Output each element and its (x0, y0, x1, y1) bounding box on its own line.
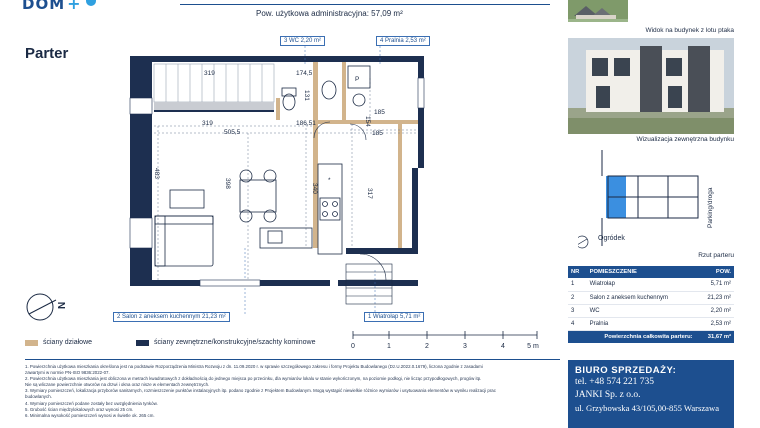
rooms-header-row: NR POMIESZCZENIE POW. (568, 266, 734, 278)
logo-text: DOM (22, 0, 66, 13)
room-name: Salon z aneksem kuchennym (586, 291, 696, 305)
dim-186-51: 186,51 (296, 120, 316, 127)
legend-outer-label: ściany zewnętrzne/konstrukcyjne/szachty … (154, 339, 316, 346)
label-wc: 3 WC 2,20 m² (280, 36, 326, 46)
total-row: Powierzchnia całkowita parteru: 31,67 m² (568, 330, 734, 343)
building-render (568, 38, 734, 134)
floor-plan: * 319 174,5 131 185 154 319 186,51 505,5… (129, 46, 425, 314)
room-name: Pralnia (586, 317, 696, 331)
legend-partition: ściany działowe (25, 339, 92, 346)
table-row: 2 Salon z aneksem kuchennym 21,23 m² (568, 291, 734, 305)
logo-plus-icon: + (67, 0, 82, 13)
dim-174-5: 174,5 (296, 70, 313, 77)
col-area: POW. (695, 266, 734, 278)
compass-icon: N (26, 293, 68, 321)
notes: 1. Powierzchnia użytkowa mieszkania okre… (25, 364, 560, 419)
scale-tick-1: 1 (387, 343, 391, 350)
parking-letter: P (355, 76, 359, 83)
notes-divider (25, 359, 560, 360)
sales-office-box: BIURO SPRZEDAŻY: tel. +48 574 221 735 JA… (568, 360, 734, 428)
legend-outer: ściany zewnętrzne/konstrukcyjne/szachty … (136, 339, 315, 346)
col-nr: NR (568, 266, 587, 278)
usable-area-text: Pow. użytkowa administracyjna: 57,09 m² (256, 9, 403, 18)
dim-185b: 185 (372, 130, 383, 137)
scale-tick-2: 2 (425, 343, 429, 350)
room-area: 21,23 m² (695, 291, 734, 305)
room-nr: 4 (568, 317, 587, 331)
sales-title: BIURO SPRZEDAŻY: (575, 365, 677, 376)
sales-company: JANKI Sp. z o.o. (575, 390, 641, 400)
room-area: 2,20 m² (695, 304, 734, 318)
sales-phone[interactable]: tel. +48 574 221 735 (575, 376, 727, 389)
scale-tick-3: 3 (463, 343, 467, 350)
dim-483: 483 (153, 168, 160, 179)
label-pralnia: 4 Pralnia 2,53 m² (376, 36, 430, 46)
garden-label: Ogródek (598, 235, 625, 242)
compass-letter: N (57, 302, 68, 309)
aerial-photo (568, 0, 734, 22)
parking-label: Parking/droga (707, 187, 714, 228)
outer-swatch (136, 339, 149, 346)
table-row: 4 Pralnia 2,53 m² (568, 317, 734, 331)
header-divider (180, 4, 550, 5)
sales-address: ul. Grzybowska 43/105,00-855 Warszawa (575, 403, 720, 413)
logo-drop-icon (85, 0, 96, 6)
dim-131: 131 (303, 90, 310, 101)
room-nr: 2 (568, 291, 587, 305)
site-plan: Ogródek Parking/droga (578, 150, 714, 249)
total-label: Powierzchnia całkowita parteru: (568, 330, 696, 343)
total-value: 31,67 m² (695, 330, 734, 343)
room-nr: 3 (568, 304, 587, 318)
room-nr: 1 (568, 278, 587, 292)
room-name: Wiatrołap (586, 278, 696, 292)
dim-505-5: 505,5 (224, 129, 241, 136)
dim-398: 398 (224, 178, 231, 189)
label-salon: 2 Salon z aneksem kuchennym 21,23 m² (113, 312, 230, 322)
dim-340: 340 (311, 183, 318, 194)
room-name: WC (586, 304, 696, 318)
note-line: 6. Minimalna wysokość pomieszczeń wynosi… (25, 412, 155, 418)
rooms-table: NR POMIESZCZENIE POW. 1 Wiatrołap 5,71 m… (568, 266, 734, 343)
scale-tick-0: 0 (351, 343, 355, 350)
building-caption: Wizualizacja zewnętrzna budynku (636, 136, 734, 143)
floor-title: Parter (25, 45, 69, 62)
scale-tick-4: 4 (501, 343, 505, 350)
partition-swatch (25, 339, 38, 346)
legend-partition-label: ściany działowe (43, 339, 93, 346)
dim-317: 317 (366, 188, 373, 199)
brand-logo: DOM + (22, 0, 96, 13)
label-wiatrolap: 1 Wiatrołap 5,71 m² (364, 312, 425, 322)
scale-bar: 0 1 2 3 4 5 m (351, 331, 539, 350)
site-caption: Rzut parteru (698, 252, 734, 259)
col-room: POMIESZCZENIE (586, 266, 696, 278)
dim-319: 319 (202, 120, 213, 127)
room-area: 5,71 m² (695, 278, 734, 292)
note-line: 3. Wymiary pomieszczeń, lokalizacja przy… (25, 388, 496, 394)
room-area: 2,53 m² (695, 317, 734, 331)
table-row: 1 Wiatrołap 5,71 m² (568, 278, 734, 292)
table-row: 3 WC 2,20 m² (568, 304, 734, 318)
dim-319-top: 319 (204, 70, 215, 77)
dim-154: 154 (364, 116, 371, 127)
aerial-caption: Widok na budynek z lotu ptaka (645, 27, 734, 34)
dim-185: 185 (374, 109, 385, 116)
scale-tick-5: 5 m (527, 343, 539, 350)
